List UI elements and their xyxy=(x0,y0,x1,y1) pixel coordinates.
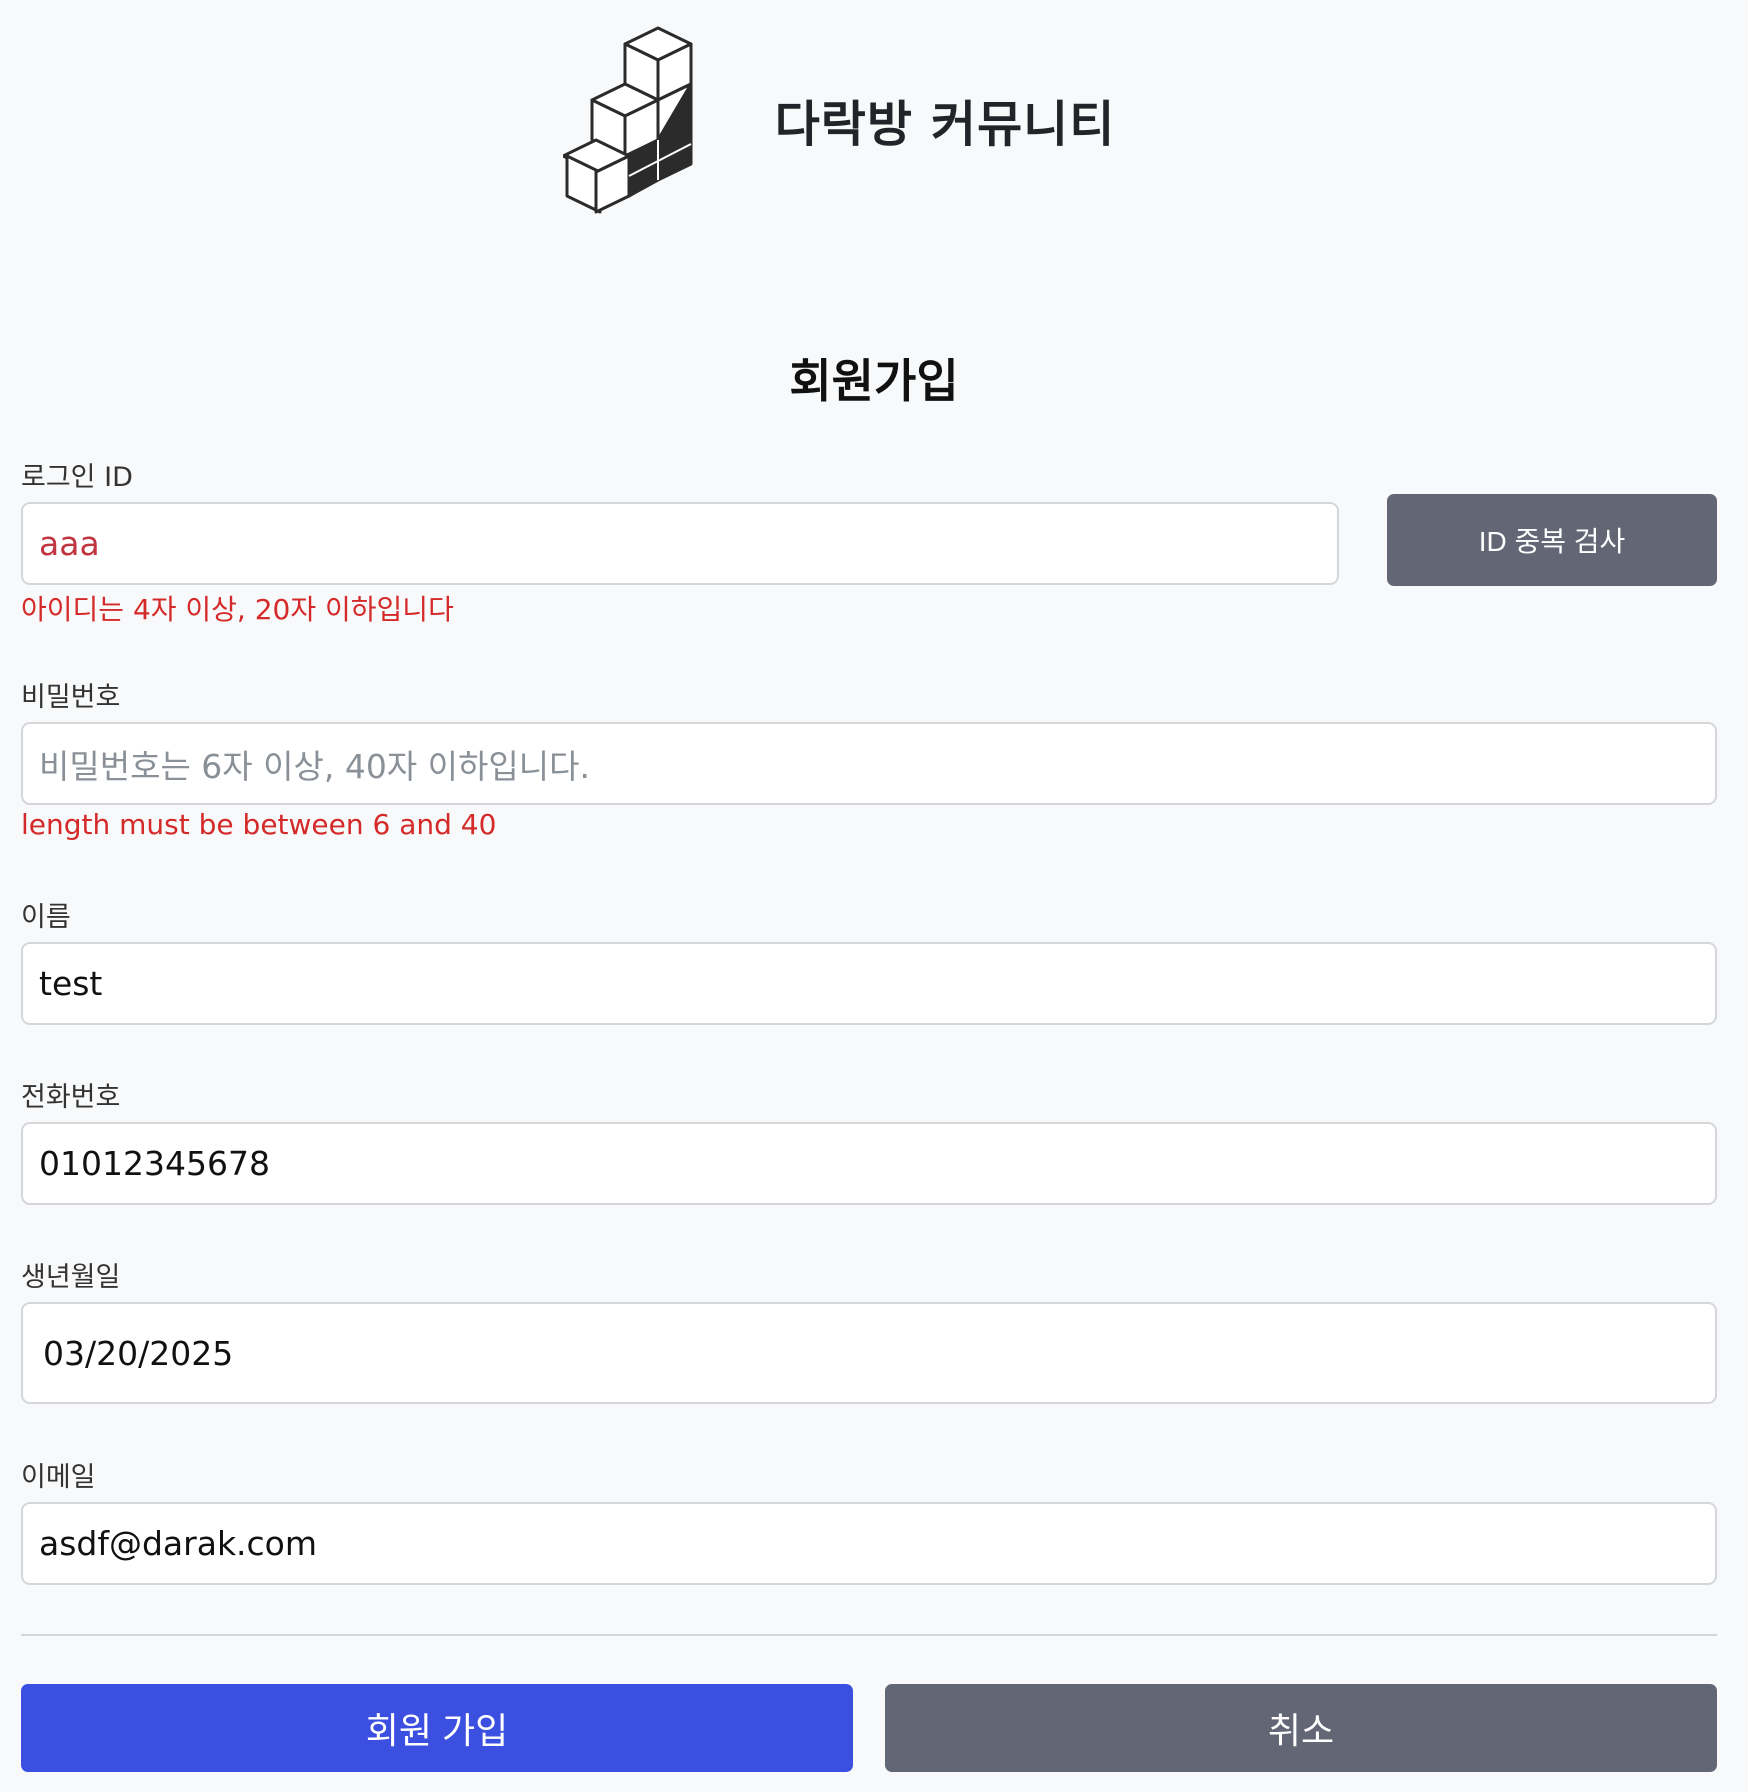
password-input[interactable]: 비밀번호는 6자 이상, 40자 이하입니다. xyxy=(21,722,1717,805)
password-placeholder: 비밀번호는 6자 이상, 40자 이하입니다. xyxy=(39,746,590,786)
birthdate-value: 03/20/2025 xyxy=(43,1333,234,1373)
stacked-cubes-logo-icon xyxy=(562,26,693,214)
page-title: 회원가입 xyxy=(789,354,959,408)
cancel-button[interactable]: 취소 xyxy=(885,1684,1717,1772)
email-label: 이메일 xyxy=(21,1462,96,1493)
password-label: 비밀번호 xyxy=(21,682,121,713)
login-id-label: 로그인 ID xyxy=(21,462,133,493)
brand-name: 다락방 커뮤니티 xyxy=(774,95,1116,153)
name-value: test xyxy=(39,964,103,1003)
name-label: 이름 xyxy=(21,902,71,933)
signup-submit-button[interactable]: 회원 가입 xyxy=(21,1684,853,1772)
divider xyxy=(21,1634,1717,1636)
signup-page: 다락방 커뮤니티 회원가입 로그인 ID aaa ID 중복 검사 아이디는 4… xyxy=(0,0,1748,1792)
name-input[interactable]: test xyxy=(21,942,1717,1025)
id-duplicate-check-button[interactable]: ID 중복 검사 xyxy=(1387,494,1717,586)
login-id-input[interactable]: aaa xyxy=(21,502,1339,585)
login-id-value: aaa xyxy=(39,524,100,563)
password-error: length must be between 6 and 40 xyxy=(21,808,497,841)
email-value: asdf@darak.com xyxy=(39,1524,318,1563)
login-id-error: 아이디는 4자 이상, 20자 이하입니다 xyxy=(21,593,454,626)
birthdate-label: 생년월일 xyxy=(21,1262,121,1293)
phone-value: 01012345678 xyxy=(39,1144,270,1183)
phone-label: 전화번호 xyxy=(21,1082,121,1113)
email-input[interactable]: asdf@darak.com xyxy=(21,1502,1717,1585)
brand-header: 다락방 커뮤니티 xyxy=(0,20,1748,220)
phone-input[interactable]: 01012345678 xyxy=(21,1122,1717,1205)
birthdate-input[interactable]: 03/20/2025 xyxy=(21,1302,1717,1404)
